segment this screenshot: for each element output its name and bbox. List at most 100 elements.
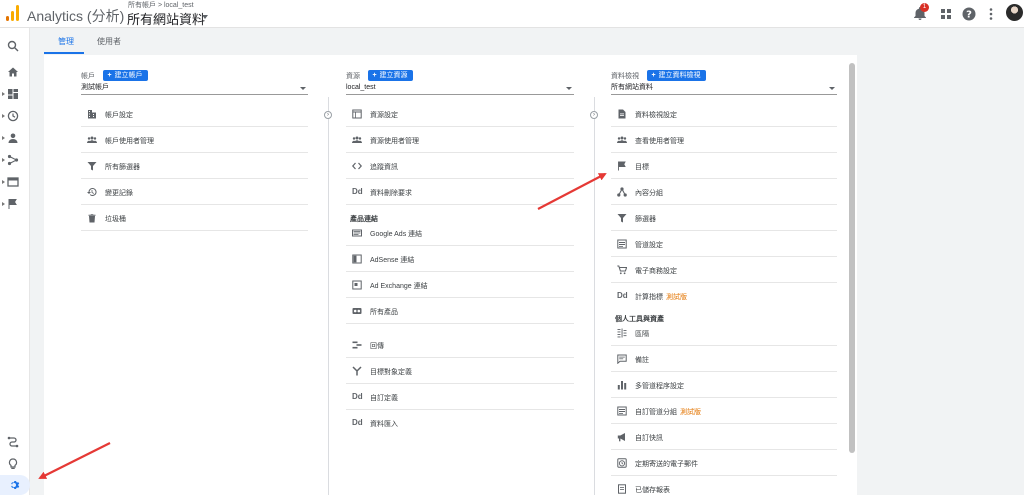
tab-user[interactable]: 使用者 [97, 34, 121, 54]
top-bar: Analytics (分析) 所有帳戶 > local_test 所有網站資料 … [0, 0, 1024, 28]
ad-exchange-linking-item[interactable]: Ad Exchange 連結 [346, 273, 574, 298]
history-icon [87, 187, 97, 196]
behavior-window-icon[interactable] [7, 176, 19, 188]
ad-exchange-linking-label: Ad Exchange 連結 [370, 283, 428, 290]
filters-item[interactable]: 篩選器 [611, 206, 837, 231]
data-import-item[interactable]: Dd 資料匯入 [346, 411, 574, 436]
postbacks-label: 回傳 [370, 343, 384, 350]
view-settings-item[interactable]: 資料檢視設定 [611, 102, 837, 127]
account-user-management-label: 帳戶使用者管理 [105, 138, 154, 145]
search-icon[interactable] [7, 40, 19, 52]
custom-channel-grouping-item[interactable]: 自訂管道分組 測試版 [611, 399, 837, 424]
ecommerce-settings-item[interactable]: 電子商務設定 [611, 258, 837, 283]
app-title[interactable]: Analytics (分析) [27, 6, 124, 26]
expand-caret-icon[interactable] [2, 180, 5, 184]
home-icon[interactable] [7, 66, 19, 78]
all-filters-item[interactable]: 所有篩選器 [81, 154, 308, 179]
view-selector[interactable]: 所有網站資料 [127, 9, 205, 28]
channel-icon [617, 406, 627, 416]
account-column-label: 帳戶 [81, 72, 95, 80]
dd-icon: Dd [617, 291, 628, 300]
property-settings-item[interactable]: 資源設定 [346, 102, 574, 127]
segments-item[interactable]: 區隔 [611, 321, 837, 346]
content-grouping-label: 內容分組 [635, 190, 663, 197]
customization-icon[interactable] [7, 88, 19, 100]
custom-definitions-item[interactable]: Dd 自訂定義 [346, 385, 574, 410]
account-selector[interactable]: 測試帳戶 [81, 83, 308, 95]
scheduled-emails-item[interactable]: 定期寄送的電子郵件 [611, 451, 837, 476]
beta-badge: 測試版 [666, 294, 687, 301]
calculated-metrics-item[interactable]: Dd 計算指標 測試版 [611, 284, 837, 309]
custom-channel-grouping-label: 自訂管道分組 測試版 [635, 409, 701, 416]
audience-definitions-label: 目標對象定義 [370, 369, 412, 376]
dd-icon: Dd [352, 418, 363, 427]
channel-settings-item[interactable]: 管道設定 [611, 232, 837, 257]
apps-grid-icon[interactable] [938, 6, 954, 22]
expand-caret-icon[interactable] [2, 114, 5, 118]
create-property-button[interactable]: + 建立資源 [368, 70, 413, 82]
adsense-linking-item[interactable]: AdSense 連結 [346, 247, 574, 272]
conversions-flag-icon[interactable] [7, 198, 19, 210]
scrollbar[interactable] [849, 63, 855, 453]
data-import-label: 資料匯入 [370, 421, 398, 428]
expand-caret-icon[interactable] [2, 202, 5, 206]
admin-nav-item[interactable] [0, 475, 30, 495]
saved-reports-item[interactable]: 已儲存報表 [611, 477, 837, 495]
tracking-info-label: 追蹤資訊 [370, 164, 398, 171]
account-settings-item[interactable]: 帳戶設定 [81, 102, 308, 127]
gear-icon[interactable] [8, 479, 20, 491]
trash-icon [88, 214, 96, 223]
building-icon [88, 110, 96, 119]
more-vert-icon[interactable] [983, 6, 999, 22]
custom-alerts-item[interactable]: 自訂快訊 [611, 425, 837, 450]
create-view-button[interactable]: + 建立資料檢視 [647, 70, 706, 82]
all-filters-label: 所有篩選器 [105, 164, 140, 171]
goals-item[interactable]: 目標 [611, 154, 837, 179]
trash-item[interactable]: 垃圾桶 [81, 206, 308, 231]
attribution-icon[interactable] [7, 436, 19, 448]
filters-label: 篩選器 [635, 216, 656, 223]
svg-text:?: ? [966, 10, 972, 21]
google-ads-linking-label: Google Ads 連結 [370, 231, 423, 238]
expand-caret-icon[interactable] [2, 92, 5, 96]
tracking-info-item[interactable]: 追蹤資訊 [346, 154, 574, 179]
property-user-management-label: 資源使用者管理 [370, 138, 419, 145]
help-icon[interactable]: ? [961, 6, 977, 22]
annotations-item[interactable]: 備註 [611, 347, 837, 372]
property-user-management-item[interactable]: 資源使用者管理 [346, 128, 574, 153]
property-column-label: 資源 [346, 72, 360, 80]
view-column-selector[interactable]: 所有網站資料 [611, 83, 837, 95]
avatar[interactable] [1006, 4, 1023, 21]
audience-person-icon[interactable] [7, 132, 19, 144]
dd-icon: Dd [352, 392, 363, 401]
account-user-management-item[interactable]: 帳戶使用者管理 [81, 128, 308, 153]
data-deletion-requests-item[interactable]: Dd 資料刪除要求 [346, 180, 574, 205]
expand-caret-icon[interactable] [2, 158, 5, 162]
create-account-button[interactable]: + 建立帳戶 [103, 70, 148, 82]
lightbulb-icon[interactable] [7, 458, 19, 470]
realtime-clock-icon[interactable] [7, 110, 19, 122]
property-selector[interactable]: local_test [346, 83, 574, 95]
notification-badge: 1 [920, 3, 929, 12]
arrow-right-circle-icon: › [590, 111, 598, 119]
all-products-item[interactable]: 所有產品 [346, 299, 574, 324]
multichannel-funnels-item[interactable]: 多管道程序設定 [611, 373, 837, 398]
left-nav-rail [0, 28, 30, 495]
tab-admin[interactable]: 管理 [44, 34, 84, 54]
content-grouping-item[interactable]: 內容分組 [611, 180, 837, 205]
change-history-item[interactable]: 變更記錄 [81, 180, 308, 205]
postback-icon [352, 341, 362, 349]
expand-caret-icon[interactable] [2, 136, 5, 140]
analytics-logo-icon[interactable] [6, 5, 20, 21]
postbacks-item[interactable]: 回傳 [346, 333, 574, 358]
people-icon [87, 136, 97, 143]
column-divider [594, 97, 595, 495]
acquisition-icon[interactable] [7, 154, 19, 166]
comment-icon [617, 354, 627, 364]
custom-definitions-label: 自訂定義 [370, 395, 398, 402]
view-user-management-item[interactable]: 查看使用者管理 [611, 128, 837, 153]
chevron-down-icon[interactable] [202, 15, 208, 19]
google-ads-linking-item[interactable]: Google Ads 連結 [346, 221, 574, 246]
audience-icon [352, 366, 362, 376]
audience-definitions-item[interactable]: 目標對象定義 [346, 359, 574, 384]
